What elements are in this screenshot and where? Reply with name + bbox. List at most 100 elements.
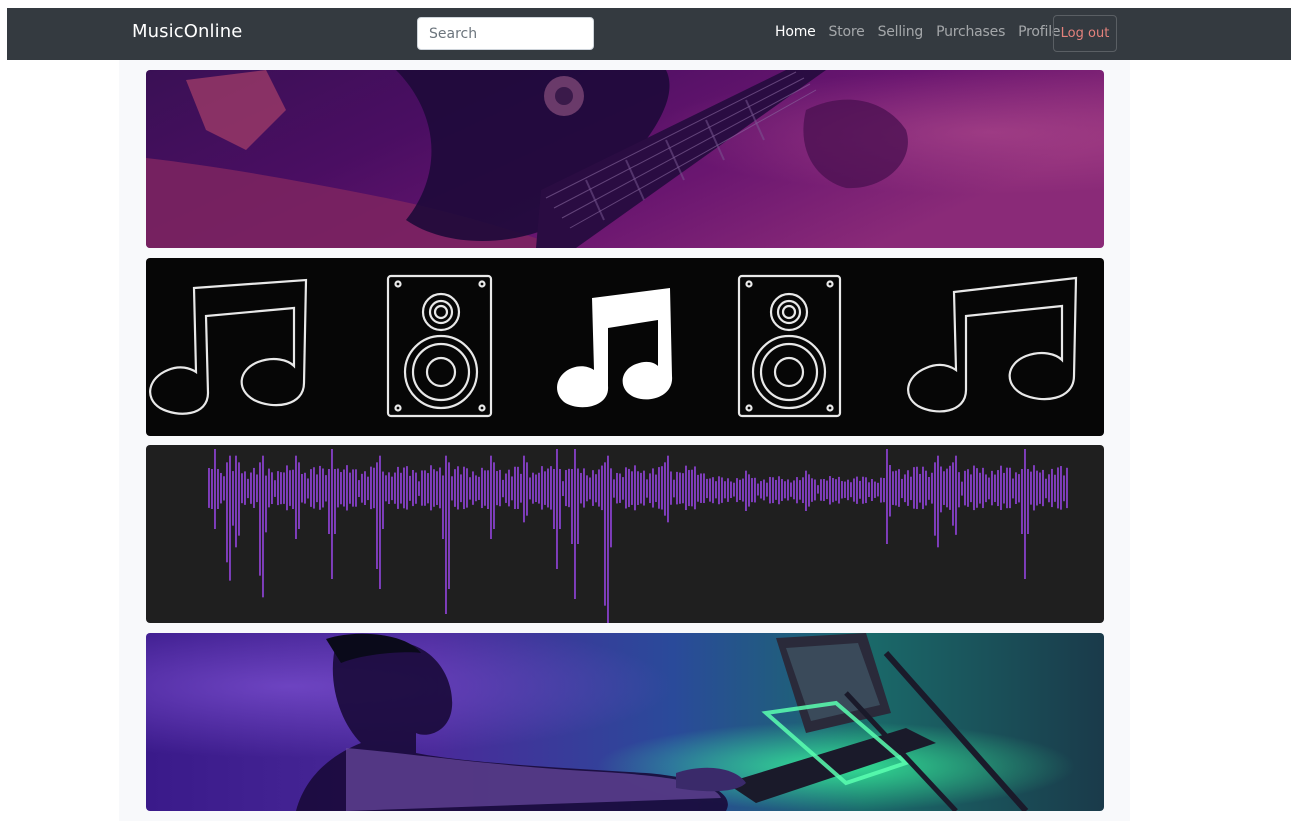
waveform-bar [589,477,591,500]
waveform-bar [553,469,555,529]
waveform-bar [379,455,381,589]
waveform-bar [676,471,678,505]
waveform-bar [928,476,930,500]
banner-music-notes-image[interactable] [146,258,1104,436]
waveform-bar [1030,471,1032,505]
waveform-bar [436,471,438,505]
waveform-bar [352,469,354,507]
waveform-bar [907,470,909,506]
waveform-bar [898,469,900,507]
top-navbar: MusicOnline Home Store Selling Purchases… [7,8,1291,60]
waveform-bar [301,474,303,503]
waveform-bar [958,472,960,508]
waveform-bar [373,467,375,509]
waveform-bar [217,469,219,509]
waveform-bar [310,469,312,507]
waveform-bar [406,466,408,510]
waveform-bar [469,477,471,500]
nav-link-selling[interactable]: Selling [878,24,924,40]
waveform-bar [985,474,987,503]
waveform-bar [889,465,891,517]
waveform-bar [295,455,297,539]
waveform-bar [724,481,726,499]
waveform-bar [430,465,432,511]
waveform-bar [550,466,552,510]
waveform-bar [505,473,507,503]
waveform-bar [700,473,702,503]
waveform-bar [274,480,276,497]
waveform-bar [319,465,321,510]
waveform-bar [514,466,516,510]
waveform-bar [211,468,213,509]
waveform-bar [463,466,465,510]
waveform-bar [1051,468,1053,508]
banner-guitar-image[interactable] [146,70,1104,248]
waveform-bar [298,462,300,529]
banner-waveform-image[interactable] [146,445,1104,623]
waveform-bar [628,468,630,508]
brand-logo[interactable]: MusicOnline [132,21,242,42]
waveform-bar [583,468,585,508]
waveform-bar [253,467,255,508]
waveform-bar [526,462,528,516]
waveform-bar [757,483,759,496]
banner-dj-image[interactable] [146,633,1104,811]
nav-link-store[interactable]: Store [829,24,865,40]
waveform-bar [859,480,861,499]
search-input[interactable] [417,17,594,50]
waveform-bar [976,468,978,508]
waveform-bar [244,471,246,505]
waveform-bar [919,473,921,503]
waveform-bar [685,465,687,511]
waveform-bar [622,477,624,500]
waveform-bar [697,474,699,502]
waveform-bar [472,471,474,505]
waveform-bar [250,472,252,504]
waveform-bar [1048,474,1050,503]
waveform-bar [484,470,486,506]
waveform-bar [562,481,564,497]
waveform-bar [832,477,834,503]
waveform-bar [433,469,435,507]
nav-link-purchases[interactable]: Purchases [936,24,1005,40]
waveform-bar [448,462,450,589]
waveform-bar [259,462,261,576]
waveform-bar [862,476,864,504]
logout-button[interactable]: Log out [1053,15,1117,52]
waveform-bar [571,469,573,544]
waveform-bar [829,476,831,505]
waveform-bar [394,472,396,504]
waveform-bar [397,466,399,509]
waveform-bar [475,475,477,502]
waveform-bar [805,470,807,511]
waveform-bar [760,481,762,499]
waveform-bar [745,470,747,511]
waveform-bar [355,469,357,507]
waveform-bar [850,482,852,498]
waveform-bar [712,477,714,504]
waveform-bar [961,481,963,496]
waveform-bar [844,481,846,498]
waveform-bar [601,465,603,511]
waveform-bar [568,468,570,508]
waveform-bar [337,468,339,508]
waveform-bar [418,481,420,496]
waveform-bar [691,469,693,507]
waveform-bar [358,480,360,498]
waveform-bar [232,471,234,526]
waveform-bar [670,471,672,505]
waveform-bar [1066,467,1068,509]
waveform-bar [349,472,351,504]
waveform-bar [973,465,975,511]
nav-link-home[interactable]: Home [775,24,816,40]
waveform-bar [313,467,315,509]
waveform-bar [886,449,888,544]
waveform-bar [511,476,513,501]
waveform-bar [541,466,543,510]
waveform-bar [265,475,267,533]
waveform-bar [1000,465,1002,510]
waveform-bar [841,481,843,499]
waveform-bar [262,455,264,598]
waveform-bar [673,479,675,498]
waveform-bar [937,455,939,548]
